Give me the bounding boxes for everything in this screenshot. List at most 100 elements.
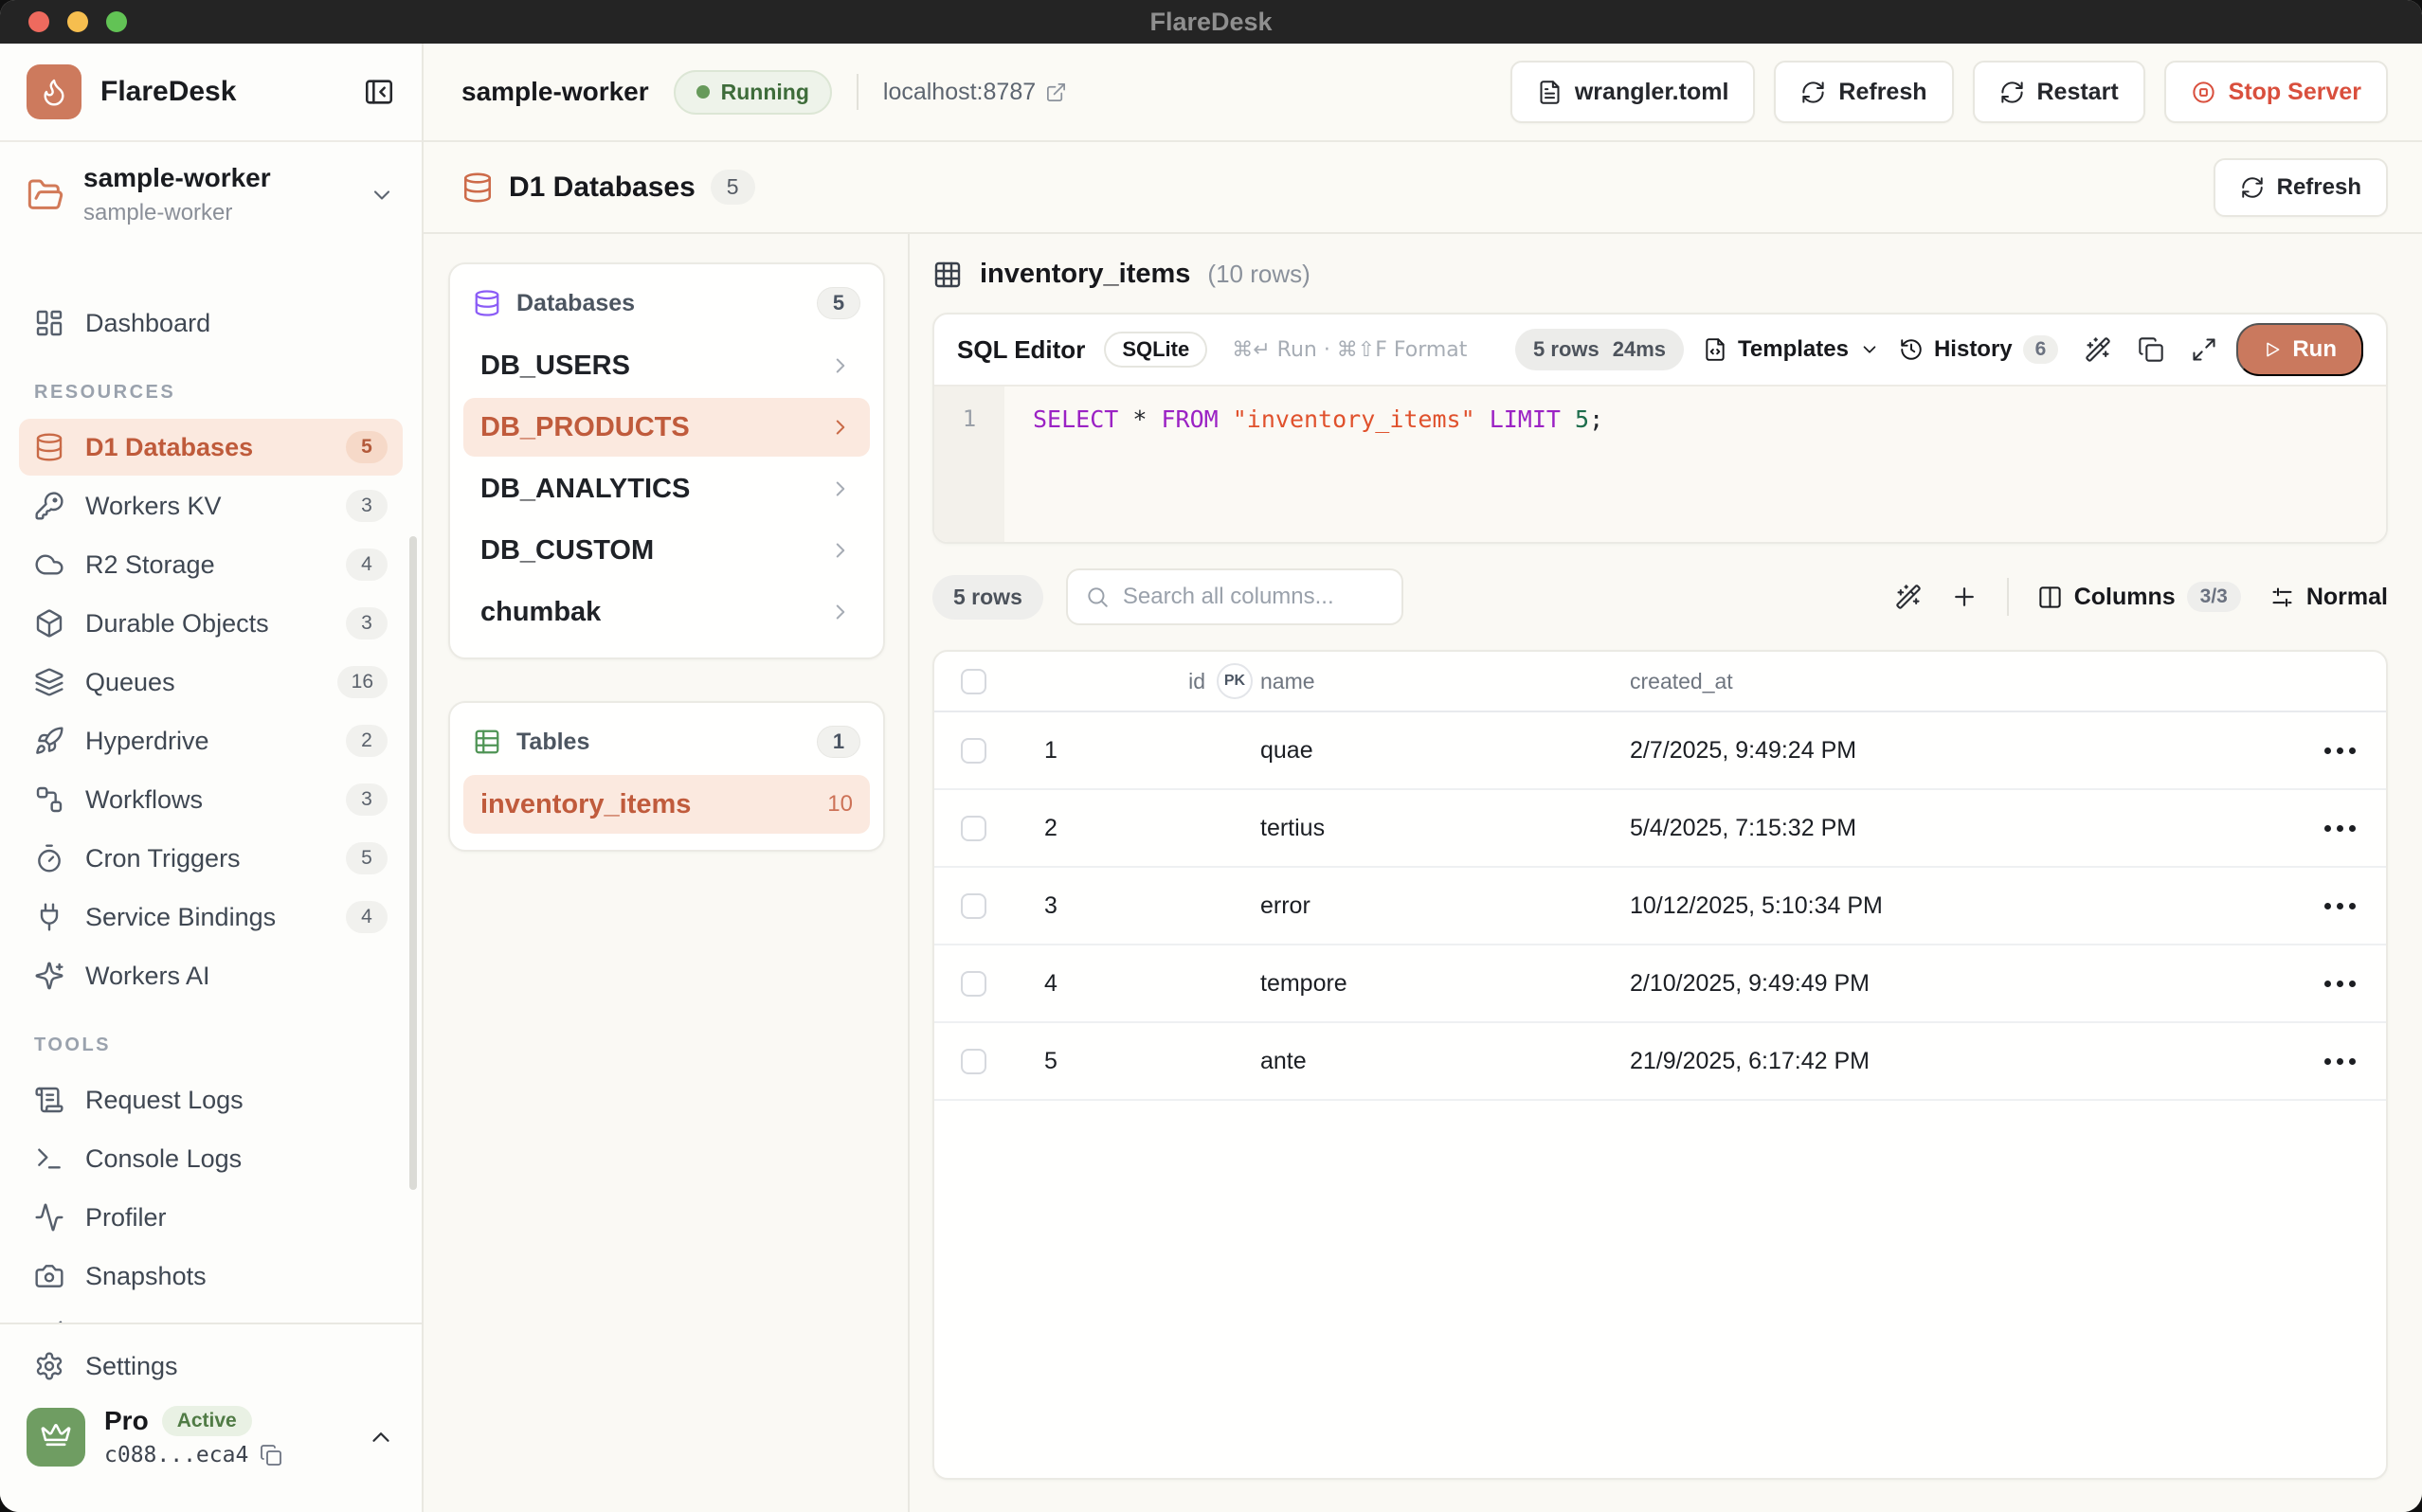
plan-selector[interactable]: Pro Active c088...eca4 (19, 1406, 403, 1467)
sidebar-item-cron-triggers[interactable]: Cron Triggers 5 (19, 830, 403, 887)
wand-sparkles-icon (2085, 336, 2111, 363)
table-item-inventory-items[interactable]: inventory_items 10 (463, 775, 870, 834)
row-checkbox[interactable] (961, 971, 986, 997)
select-all-checkbox[interactable] (961, 669, 986, 694)
row-actions-button[interactable] (2321, 816, 2359, 841)
database-item-chumbak[interactable]: chumbak (463, 583, 870, 641)
columns-button[interactable]: Columns 3/3 (2037, 582, 2241, 612)
close-button[interactable] (28, 11, 49, 32)
database-item-db-products[interactable]: DB_PRODUCTS (463, 398, 870, 457)
column-header-id[interactable]: id (1188, 669, 1205, 694)
row-checkbox[interactable] (961, 738, 986, 764)
row-count-badge: 5 rows (932, 575, 1043, 620)
database-item-db-analytics[interactable]: DB_ANALYTICS (463, 459, 870, 518)
row-actions-button[interactable] (2321, 738, 2359, 764)
sidebar-item-label: D1 Databases (85, 433, 253, 462)
stop-server-button[interactable]: Stop Server (2164, 61, 2388, 123)
sidebar-item-label: Queues (85, 668, 175, 697)
cell-id: 5 (1014, 1048, 1260, 1075)
panel-collapse-icon (363, 76, 395, 108)
magic-wand-button[interactable] (1895, 584, 1922, 610)
column-header-name[interactable]: name (1260, 669, 1630, 694)
refresh-button[interactable]: Refresh (1774, 61, 1953, 123)
history-button[interactable]: History 6 (1899, 335, 2058, 364)
sidebar-item-request-logs[interactable]: Request Logs (19, 1071, 403, 1128)
sidebar-item-service-bindings[interactable]: Service Bindings 4 (19, 889, 403, 945)
sidebar-item-profiler[interactable]: Profiler (19, 1189, 403, 1246)
sidebar-item-workers-ai[interactable]: Workers AI (19, 947, 403, 1004)
refresh-icon (2240, 175, 2265, 200)
cell-id: 3 (1014, 892, 1260, 920)
table-row[interactable]: 2 tertius 5/4/2025, 7:15:32 PM (934, 790, 2386, 868)
run-query-button[interactable]: Run (2236, 323, 2363, 376)
sidebar-item-queues[interactable]: Queues 16 (19, 654, 403, 711)
maximize-icon (2191, 336, 2217, 363)
sidebar-item-settings[interactable]: Settings (19, 1338, 403, 1395)
workflow-icon (34, 784, 64, 815)
cell-created-at: 2/7/2025, 9:49:24 PM (1630, 737, 2274, 765)
minimize-button[interactable] (67, 11, 88, 32)
density-button[interactable]: Normal (2269, 584, 2388, 611)
cell-created-at: 5/4/2025, 7:15:32 PM (1630, 815, 2274, 842)
sidebar-item-workflows[interactable]: Workflows 3 (19, 771, 403, 828)
scroll-text-icon (34, 1085, 64, 1115)
row-checkbox[interactable] (961, 816, 986, 841)
sidebar-item-r2-storage[interactable]: R2 Storage 4 (19, 536, 403, 593)
sidebar-item-console-logs[interactable]: Console Logs (19, 1130, 403, 1187)
table-row[interactable]: 5 ante 21/9/2025, 6:17:42 PM (934, 1023, 2386, 1101)
table-view: inventory_items (10 rows) SQL Editor SQL… (910, 234, 2422, 1512)
chevron-right-icon (828, 477, 853, 501)
page-title: D1 Databases (509, 171, 696, 204)
sidebar-item-snapshots[interactable]: Snapshots (19, 1248, 403, 1305)
table-title-row: inventory_items (10 rows) (932, 259, 2388, 290)
database-item-db-users[interactable]: DB_USERS (463, 336, 870, 395)
chevron-up-icon (367, 1423, 395, 1451)
search-box[interactable] (1066, 568, 1403, 625)
restart-button[interactable]: Restart (1973, 61, 2145, 123)
table-row[interactable]: 3 error 10/12/2025, 5:10:34 PM (934, 868, 2386, 945)
expand-editor-button[interactable] (2191, 336, 2217, 363)
sql-code-area[interactable]: 1 SELECT * FROM "inventory_items" LIMIT … (934, 387, 2386, 542)
add-row-button[interactable] (1950, 583, 1979, 611)
count-badge: 3 (346, 607, 388, 639)
activity-icon (34, 1202, 64, 1233)
sidebar-item-label: Snapshots (85, 1262, 207, 1291)
collapse-sidebar-button[interactable] (363, 76, 395, 108)
row-actions-button[interactable] (2321, 971, 2359, 997)
results-toolbar: 5 rows Columns (932, 568, 2388, 625)
column-header-created-at[interactable]: created_at (1630, 669, 2274, 694)
copy-icon[interactable] (260, 1444, 282, 1467)
cell-name: quae (1260, 737, 1630, 765)
line-number: 1 (934, 387, 1004, 542)
host-link[interactable]: localhost:8787 (883, 79, 1067, 106)
templates-button[interactable]: Templates (1703, 336, 1880, 363)
page-refresh-button[interactable]: Refresh (2214, 158, 2388, 217)
query-stats-badge: 5 rows 24ms (1515, 329, 1684, 370)
sidebar-item-label: Workflows (85, 785, 203, 815)
sql-editor-toolbar: SQL Editor SQLite ⌘↵ Run · ⌘⇧F Format 5 … (934, 315, 2386, 387)
copy-query-button[interactable] (2138, 336, 2164, 363)
table-row[interactable]: 4 tempore 2/10/2025, 9:49:49 PM (934, 945, 2386, 1023)
timer-icon (34, 843, 64, 873)
sidebar-item-dashboard[interactable]: Dashboard (19, 295, 403, 351)
format-wand-button[interactable] (2085, 336, 2111, 363)
row-actions-button[interactable] (2321, 893, 2359, 919)
sidebar-item-hyperdrive[interactable]: Hyperdrive 2 (19, 712, 403, 769)
table-row[interactable]: 1 quae 2/7/2025, 9:49:24 PM (934, 712, 2386, 790)
row-checkbox[interactable] (961, 1049, 986, 1074)
wrangler-toml-button[interactable]: wrangler.toml (1510, 61, 1756, 123)
row-actions-button[interactable] (2321, 1049, 2359, 1074)
search-input[interactable] (1123, 584, 1384, 610)
columns-icon (2037, 585, 2063, 610)
sidebar-item-label: Workers AI (85, 962, 210, 991)
sliders-icon (2269, 585, 2295, 610)
row-checkbox[interactable] (961, 893, 986, 919)
database-item-db-custom[interactable]: DB_CUSTOM (463, 521, 870, 580)
sidebar-item-durable-objects[interactable]: Durable Objects 3 (19, 595, 403, 652)
sidebar-item-workers-kv[interactable]: Workers KV 3 (19, 477, 403, 534)
databases-sidebar: Databases 5 DB_USERS DB_PRODUCTS DB_ (424, 234, 910, 1512)
sidebar-item-d1-databases[interactable]: D1 Databases 5 (19, 419, 403, 476)
project-selector[interactable]: sample-worker sample-worker (0, 142, 422, 247)
zoom-button[interactable] (106, 11, 127, 32)
sidebar-scrollbar[interactable] (409, 536, 417, 1190)
